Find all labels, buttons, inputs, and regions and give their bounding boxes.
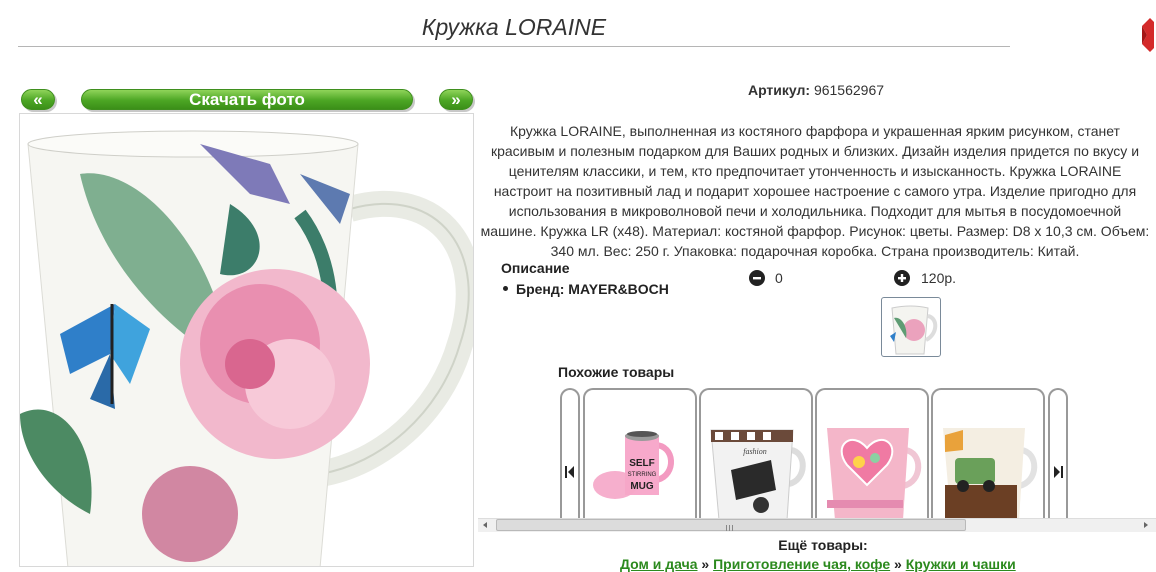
similar-item-4[interactable] — [931, 388, 1045, 520]
grip-icon — [726, 525, 733, 531]
sku-label: Артикул: — [747, 82, 811, 98]
mug-print-3: MUG — [630, 481, 654, 492]
description-heading: Описание — [501, 260, 570, 276]
mug-illustration — [20, 130, 473, 566]
arrow-left-icon — [565, 466, 574, 478]
breadcrumb: Дом и дача » Приготовление чая, кофе » К… — [620, 556, 1016, 572]
page-title: Кружка LORAINE — [421, 14, 607, 40]
brand-item: Бренд: MAYER&BOCH — [503, 281, 669, 297]
mug-print-2: STIRRING — [628, 472, 657, 478]
next-photo-button[interactable]: » — [439, 89, 473, 110]
similar-item-1[interactable]: SELF STIRRING MUG — [583, 388, 697, 520]
quantity-value: 0 — [775, 270, 783, 286]
sku-line: Артикул: 961562967 — [476, 82, 1156, 98]
price-value: 120р. — [921, 270, 957, 286]
mug-print-1: SELF — [629, 458, 655, 469]
sku-value: 961562967 — [813, 82, 885, 98]
prev-photo-button[interactable]: « — [21, 89, 55, 110]
breadcrumb-separator: » — [894, 556, 902, 572]
mug-print-fashion: fashion — [743, 447, 767, 456]
scroll-right-icon[interactable] — [1141, 520, 1151, 530]
breadcrumb-separator: » — [701, 556, 710, 572]
close-icon[interactable] — [1140, 18, 1154, 52]
scroll-left-icon[interactable] — [480, 520, 490, 530]
similar-prev-button[interactable] — [560, 388, 580, 520]
more-products-title: Ещё товары: — [778, 537, 868, 553]
title-divider — [18, 46, 1010, 47]
breadcrumb-link-tea-coffee[interactable]: Приготовление чая, кофе — [713, 556, 890, 572]
similar-item-3[interactable] — [815, 388, 929, 520]
brand-text: Бренд: MAYER&BOCH — [516, 281, 669, 297]
scrollbar-thumb[interactable] — [496, 519, 966, 531]
breadcrumb-link-mugs-cups[interactable]: Кружки и чашки — [906, 556, 1016, 572]
product-photo — [19, 113, 474, 567]
plus-icon[interactable] — [894, 270, 910, 286]
similar-next-button[interactable] — [1048, 388, 1068, 520]
breadcrumb-link-home-garden[interactable]: Дом и дача — [620, 556, 698, 572]
similar-item-2[interactable]: fashion — [699, 388, 813, 520]
bullet-icon — [503, 285, 508, 291]
download-photo-button[interactable]: Скачать фото — [81, 89, 413, 110]
product-description: Кружка LORAINE, выполненная из костяного… — [480, 123, 1150, 259]
arrow-right-icon — [1054, 466, 1063, 478]
minus-icon[interactable] — [749, 270, 765, 286]
product-thumbnail[interactable] — [881, 297, 941, 357]
similar-products-title: Похожие товары — [558, 364, 675, 380]
